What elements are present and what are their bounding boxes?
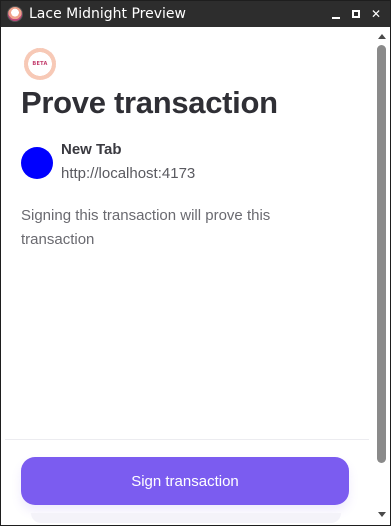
- scrollbar-thumb[interactable]: [377, 45, 386, 463]
- secondary-button-shadow: [31, 513, 341, 523]
- dapp-avatar: [21, 147, 53, 179]
- transaction-description: Signing this transaction will prove this…: [21, 207, 271, 248]
- window-title: Lace Midnight Preview: [29, 6, 186, 22]
- dapp-name: New Tab: [61, 141, 122, 158]
- scroll-down-icon[interactable]: [373, 507, 390, 521]
- minimize-icon[interactable]: [326, 4, 346, 24]
- maximize-icon[interactable]: [346, 4, 366, 24]
- beta-badge-text: BETA: [32, 61, 48, 67]
- main-content: BETA Prove transaction New Tab http://lo…: [1, 27, 373, 525]
- footer-divider: [5, 439, 369, 440]
- page-title: Prove transaction: [21, 85, 278, 120]
- window-controls: ✕: [326, 4, 386, 24]
- scroll-up-icon[interactable]: [373, 29, 390, 43]
- close-icon[interactable]: ✕: [366, 4, 386, 24]
- app-window: Lace Midnight Preview ✕ BETA Prove trans…: [0, 0, 391, 526]
- vertical-scrollbar[interactable]: [373, 27, 390, 525]
- beta-logo: BETA: [24, 48, 56, 80]
- dapp-url: http://localhost:4173: [61, 165, 196, 182]
- title-bar[interactable]: Lace Midnight Preview ✕: [1, 1, 390, 27]
- sign-transaction-button[interactable]: Sign transaction: [21, 457, 349, 505]
- lace-app-icon: [7, 6, 23, 22]
